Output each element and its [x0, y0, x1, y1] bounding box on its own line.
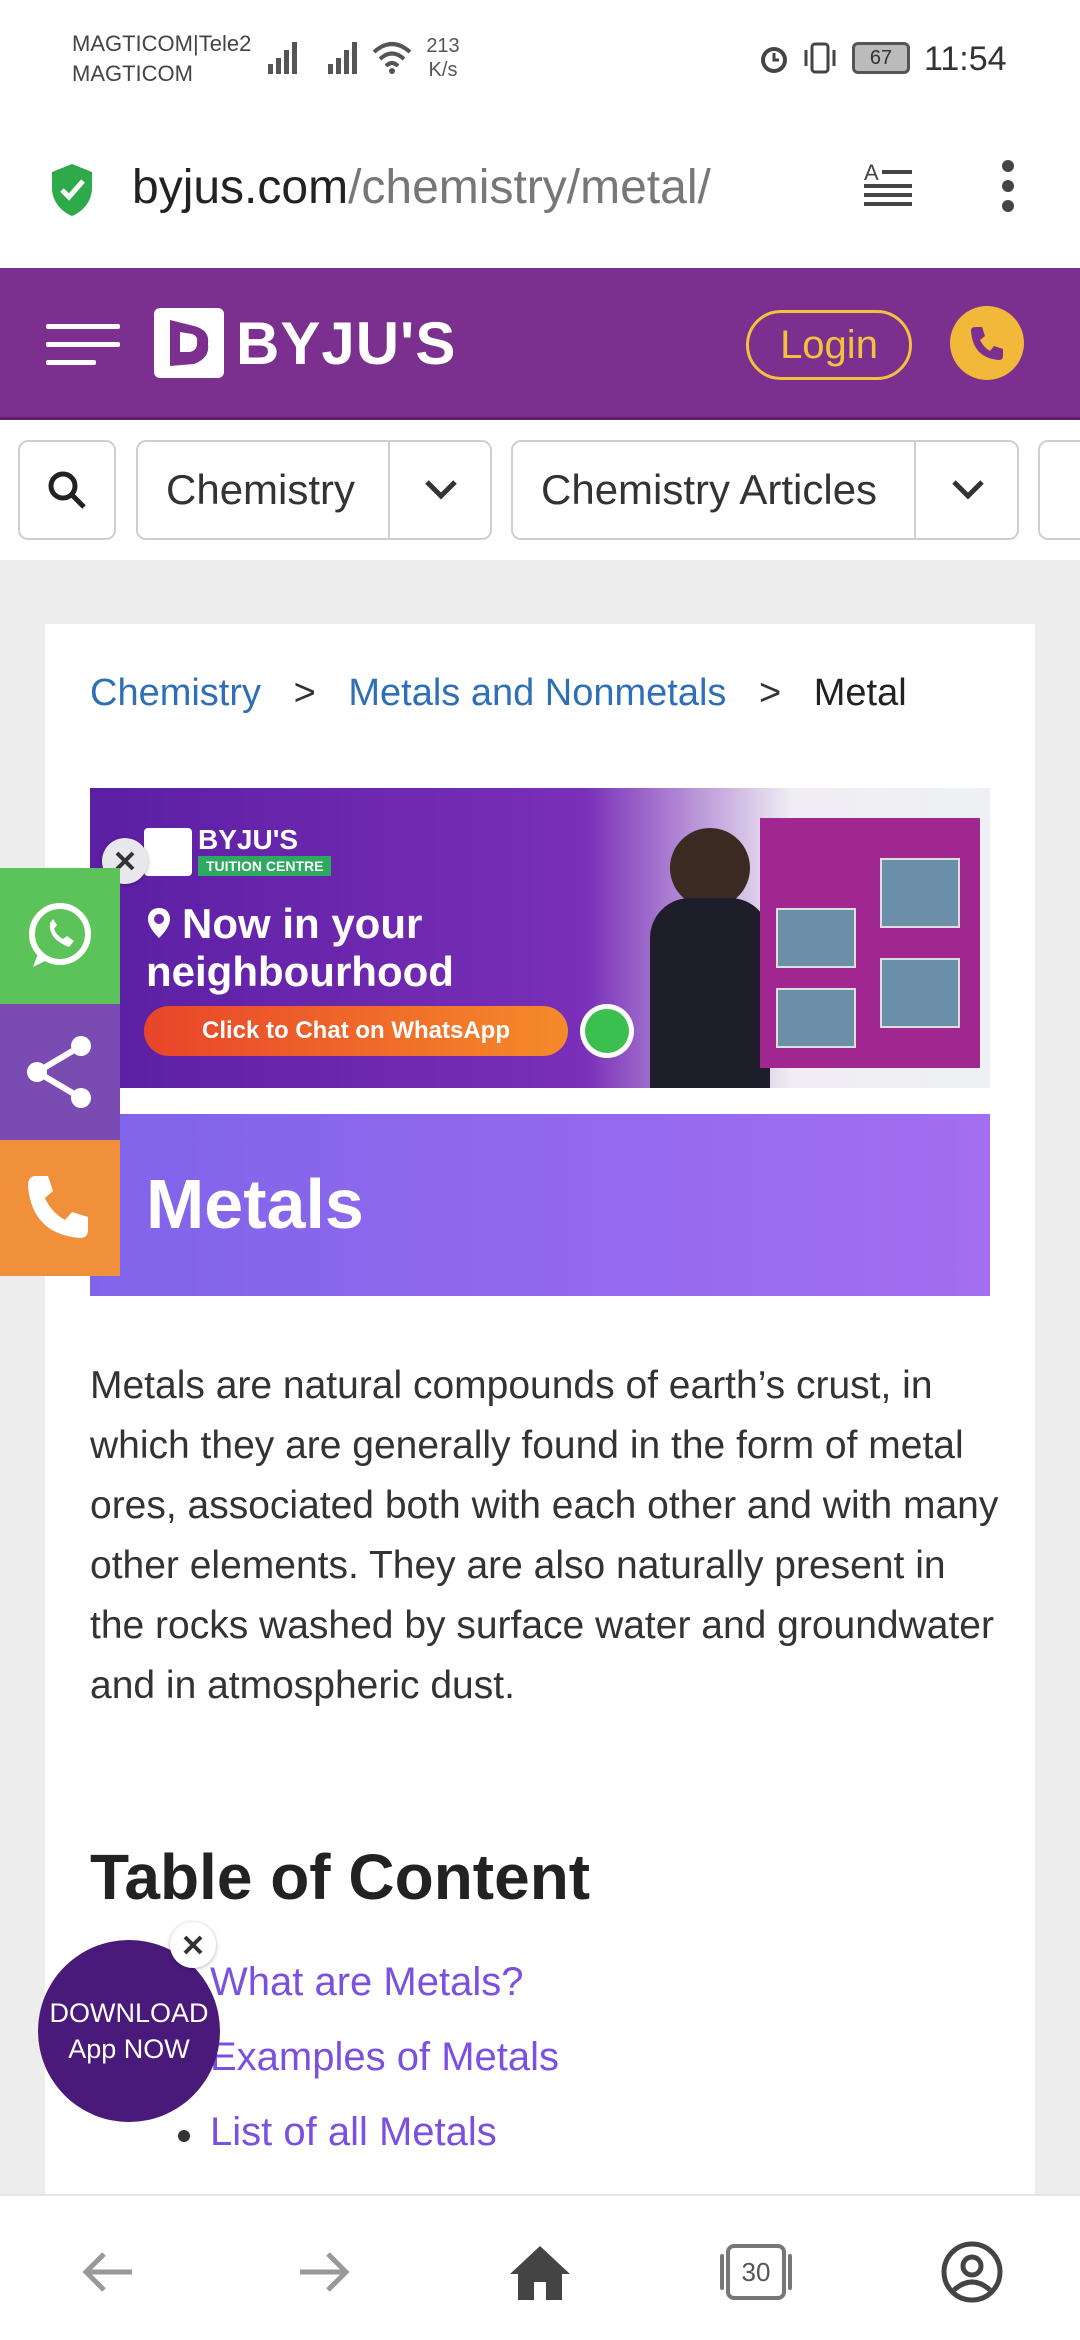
chemistry-articles-dropdown[interactable]: Chemistry Articles — [511, 440, 1019, 540]
toc-heading: Table of Content — [90, 1841, 591, 1913]
byjus-logo-icon — [154, 308, 224, 378]
breadcrumb-link-chemistry[interactable]: Chemistry — [90, 672, 261, 714]
home-icon — [510, 2246, 570, 2300]
breadcrumb-separator: > — [293, 672, 316, 714]
breadcrumb-current: Metal — [813, 672, 907, 714]
share-icon — [27, 1036, 91, 1108]
search-button[interactable] — [18, 440, 116, 540]
carrier-name-2: MAGTICOM — [72, 61, 193, 86]
toc-link-examples-of-metals[interactable]: Examples of Metals — [210, 2035, 559, 2080]
chevron-down-icon[interactable] — [916, 442, 1019, 538]
vibrate-icon — [804, 42, 836, 74]
more-options-icon[interactable] — [996, 158, 1020, 218]
share-button[interactable] — [0, 1004, 120, 1140]
banner-brand: BYJU'S — [198, 824, 299, 855]
clock: 11:54 — [924, 40, 1007, 78]
signal-icon — [268, 42, 297, 74]
whatsapp-icon — [580, 1004, 634, 1058]
whatsapp-icon — [29, 903, 91, 967]
profile-button[interactable] — [932, 2232, 1012, 2312]
address-bar: byjus.com/chemistry/metal/ A — [0, 122, 1080, 268]
download-close-button[interactable] — [170, 1922, 216, 1968]
brand-name: BYJU'S — [236, 309, 457, 377]
tuition-centre-building-image — [760, 818, 980, 1068]
carrier-name-1: MAGTICOM|Tele2 — [72, 31, 252, 56]
back-arrow-icon — [82, 2252, 132, 2292]
byjus-logo[interactable]: BYJU'S — [154, 308, 456, 378]
phone-icon — [971, 327, 1003, 360]
phone-icon — [28, 1176, 88, 1238]
call-side-button[interactable] — [0, 1140, 120, 1276]
tuition-centre-banner[interactable]: BYJU'S TUITION CENTRE Now in your neighb… — [90, 788, 990, 1088]
signal-icon-2 — [328, 42, 357, 74]
wifi-icon — [372, 42, 412, 74]
presenter-body — [650, 898, 770, 1088]
reader-mode-icon[interactable]: A — [862, 156, 914, 208]
whatsapp-share-button[interactable] — [0, 868, 120, 1004]
url-field[interactable]: byjus.com/chemistry/metal/ — [132, 160, 711, 215]
site-header: BYJU'S Login — [0, 268, 1080, 420]
dropdown-label: Chemistry Articles — [541, 466, 878, 513]
home-button[interactable] — [500, 2232, 580, 2312]
article-intro-paragraph: Metals are natural compounds of earth’s … — [90, 1364, 999, 1707]
secure-shield-icon[interactable] — [48, 162, 96, 218]
search-icon — [48, 471, 86, 509]
breadcrumb: Chemistry > Metals and Nonmetals > Metal — [90, 672, 907, 715]
toc-bullet — [178, 2130, 190, 2142]
banner-headline-1: Now in your — [182, 900, 423, 947]
chemistry-dropdown[interactable]: Chemistry — [136, 440, 492, 540]
battery-icon: 67 — [852, 42, 910, 74]
forward-button[interactable] — [284, 2232, 364, 2312]
banner-sub-brand: TUITION CENTRE — [198, 856, 332, 876]
alarm-icon — [761, 47, 787, 73]
network-speed: 213 K/s — [426, 35, 460, 81]
login-button[interactable]: Login — [746, 310, 912, 380]
presenter-image — [670, 828, 750, 908]
toc-link-list-of-all-metals[interactable]: List of all Metals — [210, 2110, 497, 2155]
hamburger-menu-icon[interactable] — [46, 320, 120, 372]
breadcrumb-link-metals-nonmetals[interactable]: Metals and Nonmetals — [348, 672, 726, 714]
status-bar: MAGTICOM|Tele2 MAGTICOM 213 K/s 67 11:54 — [0, 0, 1080, 122]
close-icon — [183, 1935, 203, 1955]
tabs-button[interactable]: 30 — [716, 2232, 796, 2312]
breadcrumb-separator: > — [759, 672, 782, 714]
location-pin-icon — [148, 908, 170, 938]
svg-text:A: A — [864, 160, 879, 185]
article-title: Metals — [146, 1165, 364, 1243]
chat-on-whatsapp-button[interactable]: Click to Chat on WhatsApp — [144, 1006, 568, 1056]
tabs-icon: 30 — [720, 2244, 792, 2300]
profile-icon — [941, 2241, 1003, 2303]
browser-bottom-bar: 30 — [0, 2194, 1080, 2340]
chevron-down-icon[interactable] — [390, 442, 492, 538]
download-line-2: App NOW — [68, 2034, 190, 2064]
article-title-banner: Metals — [90, 1114, 990, 1296]
dropdown-label: Chemistry — [166, 466, 356, 513]
download-line-1: DOWNLOAD — [49, 1998, 209, 2028]
category-nav: Chemistry Chemistry Articles — [0, 420, 1080, 560]
toc-link-what-are-metals[interactable]: What are Metals? — [210, 1960, 523, 2005]
back-button[interactable] — [68, 2232, 148, 2312]
byjus-logo-icon — [144, 828, 192, 876]
call-button[interactable] — [950, 306, 1024, 380]
banner-headline-2: neighbourhood — [146, 948, 454, 995]
next-dropdown-partial[interactable] — [1038, 440, 1080, 540]
forward-arrow-icon — [300, 2252, 350, 2292]
